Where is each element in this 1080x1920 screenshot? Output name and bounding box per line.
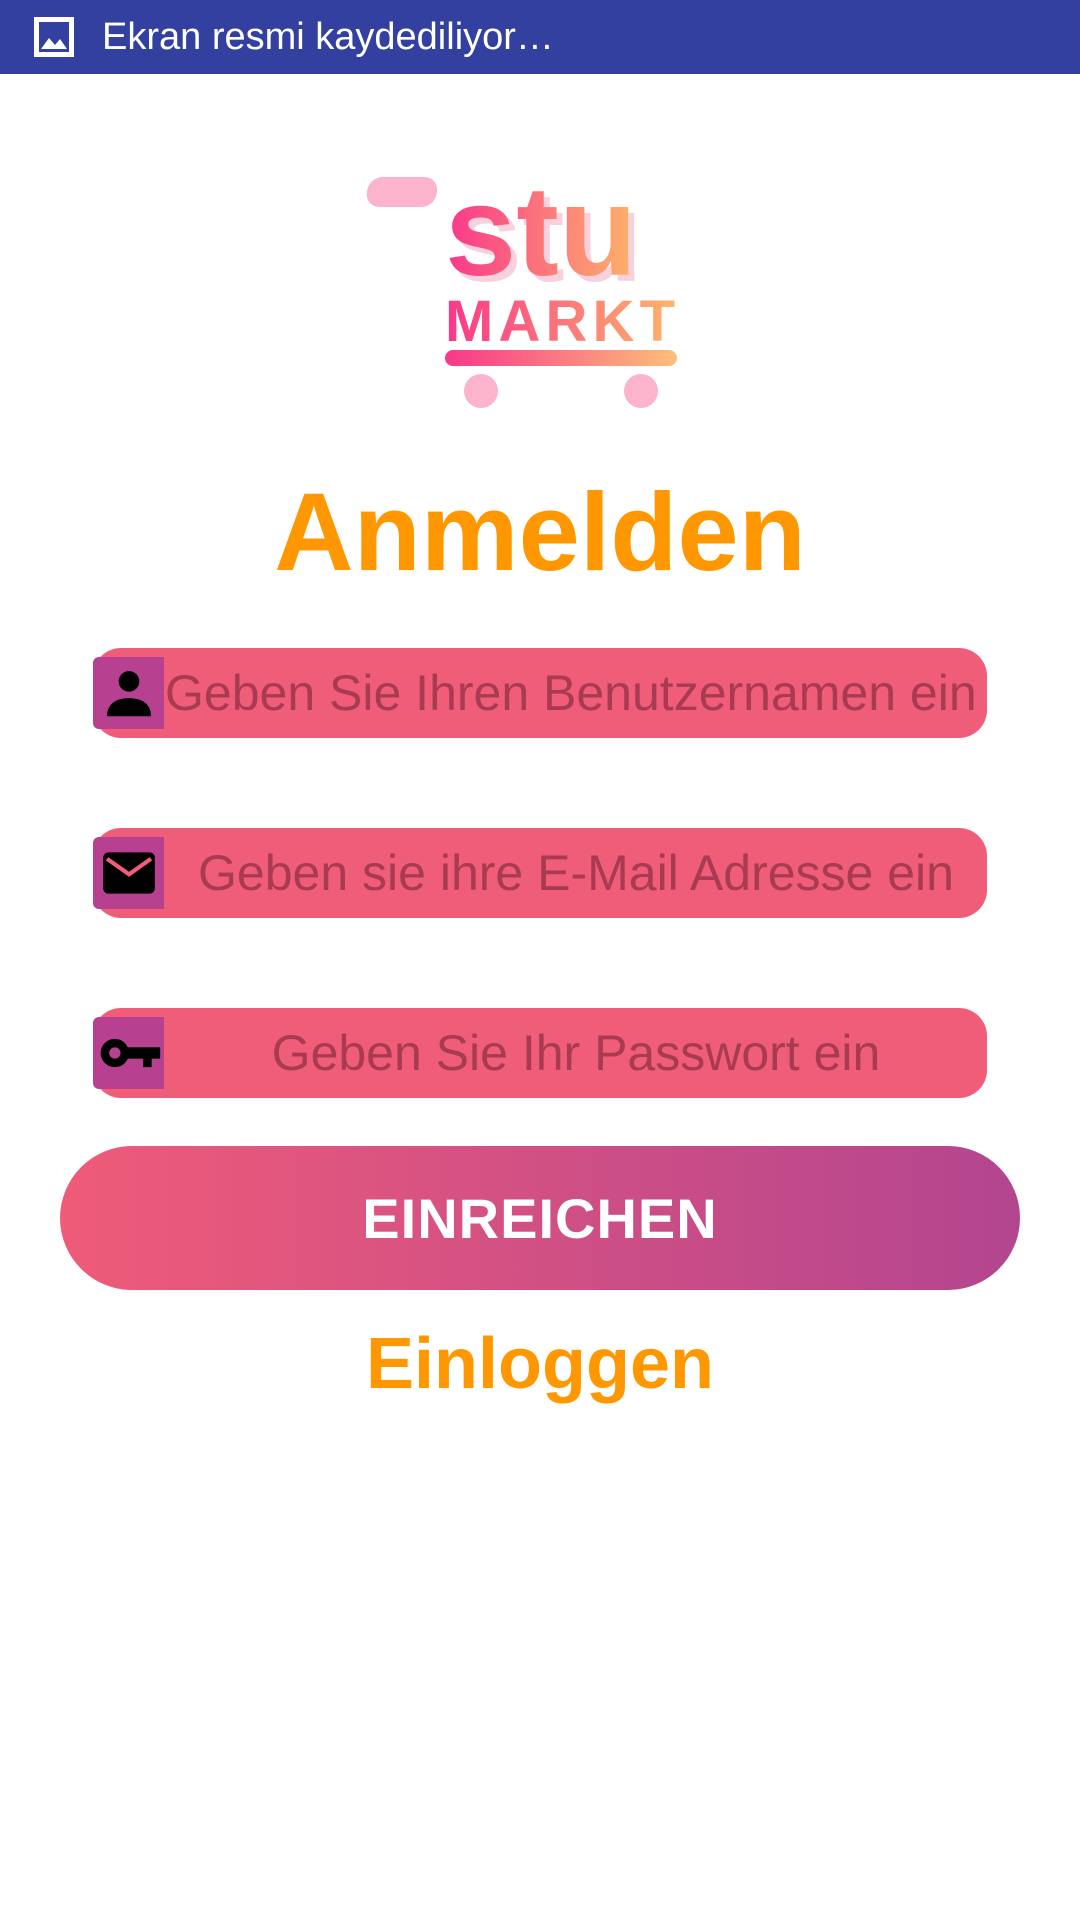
image-icon (34, 17, 74, 57)
password-field[interactable]: Geben Sie Ihr Passwort ein (93, 1008, 987, 1098)
logo-markt-text: MARKT (445, 289, 675, 354)
shopping-cart-icon (445, 350, 677, 408)
key-icon (93, 1017, 164, 1089)
person-icon (93, 657, 164, 729)
status-text: Ekran resmi kaydediliyor… (102, 16, 554, 58)
login-link[interactable]: Einloggen (0, 1322, 1080, 1406)
page-title: Anmelden (274, 471, 806, 594)
username-field[interactable]: Geben Sie Ihren Benutzernamen ein (93, 648, 987, 738)
mail-icon (93, 837, 164, 909)
submit-button[interactable]: EINREICHEN (60, 1146, 1020, 1290)
email-field[interactable]: Geben sie ihre E-Mail Adresse ein (93, 828, 987, 918)
username-placeholder: Geben Sie Ihren Benutzernamen ein (165, 665, 977, 721)
password-placeholder: Geben Sie Ihr Passwort ein (271, 1025, 881, 1081)
status-bar: Ekran resmi kaydediliyor… (0, 0, 1080, 74)
logo-stu-text: stu (445, 163, 637, 303)
email-placeholder: Geben sie ihre E-Mail Adresse ein (198, 845, 954, 901)
stu-markt-logo: stu stu MARKT (366, 163, 677, 408)
